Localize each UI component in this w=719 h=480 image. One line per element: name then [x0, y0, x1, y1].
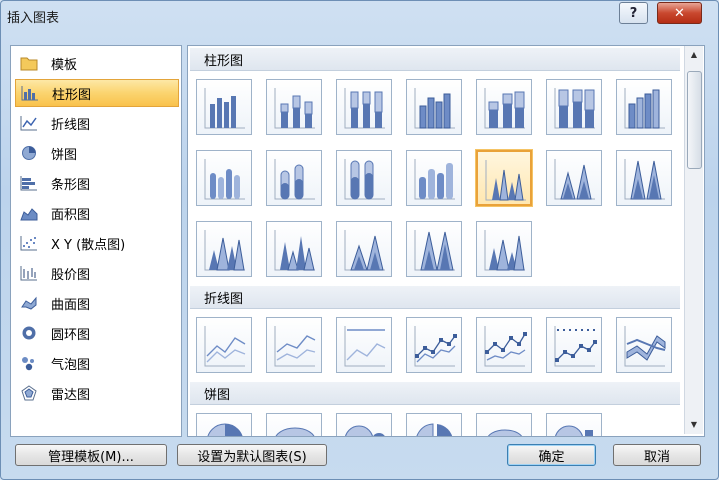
thumb-line[interactable] — [196, 317, 252, 373]
thumb-100-stacked-cone[interactable] — [616, 150, 672, 206]
thumb-3d-cylinder[interactable] — [406, 150, 462, 206]
line-chart-icon — [20, 114, 38, 132]
help-button[interactable]: ? — [619, 2, 648, 24]
cancel-button[interactable]: 取消 — [613, 444, 701, 466]
chart-type-label: 折线图 — [51, 117, 91, 133]
pie-chart-icon — [20, 144, 38, 162]
chart-type-item-scatter[interactable]: X Y (散点图) — [15, 229, 179, 257]
scrollbar-thumb[interactable] — [687, 71, 702, 169]
thumb-line-with-markers[interactable] — [406, 317, 462, 373]
section-header-line: 折线图 — [190, 286, 680, 309]
chart-type-label: X Y (散点图) — [51, 237, 126, 253]
set-default-chart-button[interactable]: 设置为默认图表(S) — [177, 444, 327, 466]
folder-icon — [20, 54, 38, 72]
chart-type-label: 面积图 — [51, 207, 91, 223]
chart-type-label: 柱形图 — [52, 87, 92, 103]
manage-templates-button[interactable]: 管理模板(M)... — [15, 444, 167, 466]
thumb-3d-pyramid[interactable] — [476, 221, 532, 277]
chart-type-label: 气泡图 — [51, 357, 91, 373]
thumb-stacked-column[interactable] — [266, 79, 322, 135]
ok-button[interactable]: 确定 — [507, 444, 596, 466]
chart-type-item-column[interactable]: 柱形图 — [15, 79, 179, 107]
chart-type-item-pie[interactable]: 饼图 — [15, 139, 179, 167]
chart-type-list: 模板 柱形图 折线图 饼图 条形图 面积图 X Y (散点图) 股价图 曲面图 … — [10, 45, 182, 437]
chart-gallery: 柱形图 折线图 饼图 ▲ ▼ — [187, 45, 705, 437]
column-chart-icon — [21, 84, 39, 102]
thumb-clustered-pyramid[interactable] — [266, 221, 322, 277]
chart-type-item-line[interactable]: 折线图 — [15, 109, 179, 137]
thumb-100-stacked-cylinder[interactable] — [336, 150, 392, 206]
thumb-3d-pie[interactable] — [266, 413, 322, 436]
thumb-3d-clustered-column[interactable] — [406, 79, 462, 135]
chart-type-item-bar[interactable]: 条形图 — [15, 169, 179, 197]
thumb-clustered-cylinder[interactable] — [196, 150, 252, 206]
thumb-3d-column[interactable] — [616, 79, 672, 135]
thumb-100-stacked-line[interactable] — [336, 317, 392, 373]
thumb-stacked-pyramid[interactable] — [336, 221, 392, 277]
chart-type-item-templates[interactable]: 模板 — [15, 49, 179, 77]
chart-type-item-radar[interactable]: 雷达图 — [15, 379, 179, 407]
thumb-clustered-cone[interactable] — [476, 150, 532, 206]
thumb-stacked-line-with-markers[interactable] — [476, 317, 532, 373]
thumb-3d-exploded-pie[interactable] — [476, 413, 532, 436]
thumb-3d-cone[interactable] — [196, 221, 252, 277]
chart-type-item-area[interactable]: 面积图 — [15, 199, 179, 227]
chart-type-label: 模板 — [51, 57, 78, 73]
surface-chart-icon — [20, 294, 38, 312]
thumb-bar-of-pie[interactable] — [546, 413, 602, 436]
title-bar: 插入图表 ? ✕ — [1, 1, 718, 31]
thumb-100-stacked-line-with-markers[interactable] — [546, 317, 602, 373]
stock-chart-icon — [20, 264, 38, 282]
section-header-column: 柱形图 — [190, 48, 680, 71]
radar-chart-icon — [20, 384, 38, 402]
chart-type-item-stock[interactable]: 股价图 — [15, 259, 179, 287]
chart-type-label: 条形图 — [51, 177, 91, 193]
thumb-stacked-cylinder[interactable] — [266, 150, 322, 206]
thumb-100-stacked-column[interactable] — [336, 79, 392, 135]
chart-type-item-doughnut[interactable]: 圆环图 — [15, 319, 179, 347]
thumb-100-stacked-pyramid[interactable] — [406, 221, 462, 277]
thumb-clustered-column[interactable] — [196, 79, 252, 135]
bar-chart-icon — [20, 174, 38, 192]
chart-type-label: 圆环图 — [51, 327, 91, 343]
area-chart-icon — [20, 204, 38, 222]
thumb-pie-of-pie[interactable] — [336, 413, 392, 436]
chart-type-item-surface[interactable]: 曲面图 — [15, 289, 179, 317]
thumb-pie[interactable] — [196, 413, 252, 436]
chart-type-item-bubble[interactable]: 气泡图 — [15, 349, 179, 377]
chart-type-label: 饼图 — [51, 147, 78, 163]
scatter-chart-icon — [20, 234, 38, 252]
chart-type-label: 股价图 — [51, 267, 91, 283]
thumb-exploded-pie[interactable] — [406, 413, 462, 436]
section-header-pie: 饼图 — [190, 382, 680, 405]
thumb-3d-line[interactable] — [616, 317, 672, 373]
chart-type-label: 雷达图 — [51, 387, 91, 403]
bubble-chart-icon — [20, 354, 38, 372]
gallery-scrollbar[interactable]: ▲ ▼ — [684, 46, 703, 434]
scroll-up-arrow-icon[interactable]: ▲ — [685, 46, 703, 63]
chart-type-label: 曲面图 — [51, 297, 91, 313]
scroll-down-arrow-icon[interactable]: ▼ — [685, 416, 703, 433]
thumb-3d-stacked-column[interactable] — [476, 79, 532, 135]
insert-chart-dialog: 插入图表 ? ✕ 模板 柱形图 折线图 饼图 条形图 面积图 X Y (散点图)… — [0, 0, 719, 480]
thumb-stacked-line[interactable] — [266, 317, 322, 373]
thumb-3d-100-stacked-column[interactable] — [546, 79, 602, 135]
close-button[interactable]: ✕ — [657, 2, 702, 24]
dialog-title: 插入图表 — [7, 11, 60, 26]
doughnut-chart-icon — [20, 324, 38, 342]
thumb-stacked-cone[interactable] — [546, 150, 602, 206]
